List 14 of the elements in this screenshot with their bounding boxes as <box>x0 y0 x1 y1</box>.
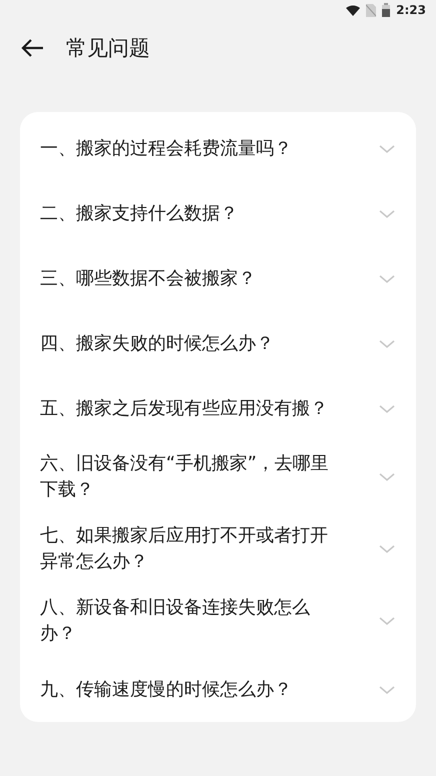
faq-question[interactable]: 三、哪些数据不会被搬家？ <box>40 266 340 292</box>
battery-icon <box>382 3 390 17</box>
no-sim-icon <box>366 4 376 16</box>
faq-question[interactable]: 八、新设备和旧设备连接失败怎么办？ <box>40 595 340 647</box>
wifi-icon <box>346 4 360 16</box>
faq-question[interactable]: 四、搬家失败的时候怎么办？ <box>40 330 340 356</box>
faq-question[interactable]: 二、搬家支持什么数据？ <box>40 200 340 226</box>
faq-question[interactable]: 九、传输速度慢的时候怎么办？ <box>40 676 340 702</box>
faq-question[interactable]: 一、搬家的过程会耗费流量吗？ <box>40 136 340 162</box>
faq-question[interactable]: 五、搬家之后发现有些应用没有搬？ <box>40 396 340 422</box>
faq-question[interactable]: 六、旧设备没有“手机搬家”，去哪里下载？ <box>40 451 340 503</box>
faq-question[interactable]: 七、如果搬家后应用打不开或者打开异常怎么办？ <box>40 523 340 575</box>
page-title: 常见问题 <box>66 35 150 62</box>
status-time: 2:23 <box>396 3 426 17</box>
